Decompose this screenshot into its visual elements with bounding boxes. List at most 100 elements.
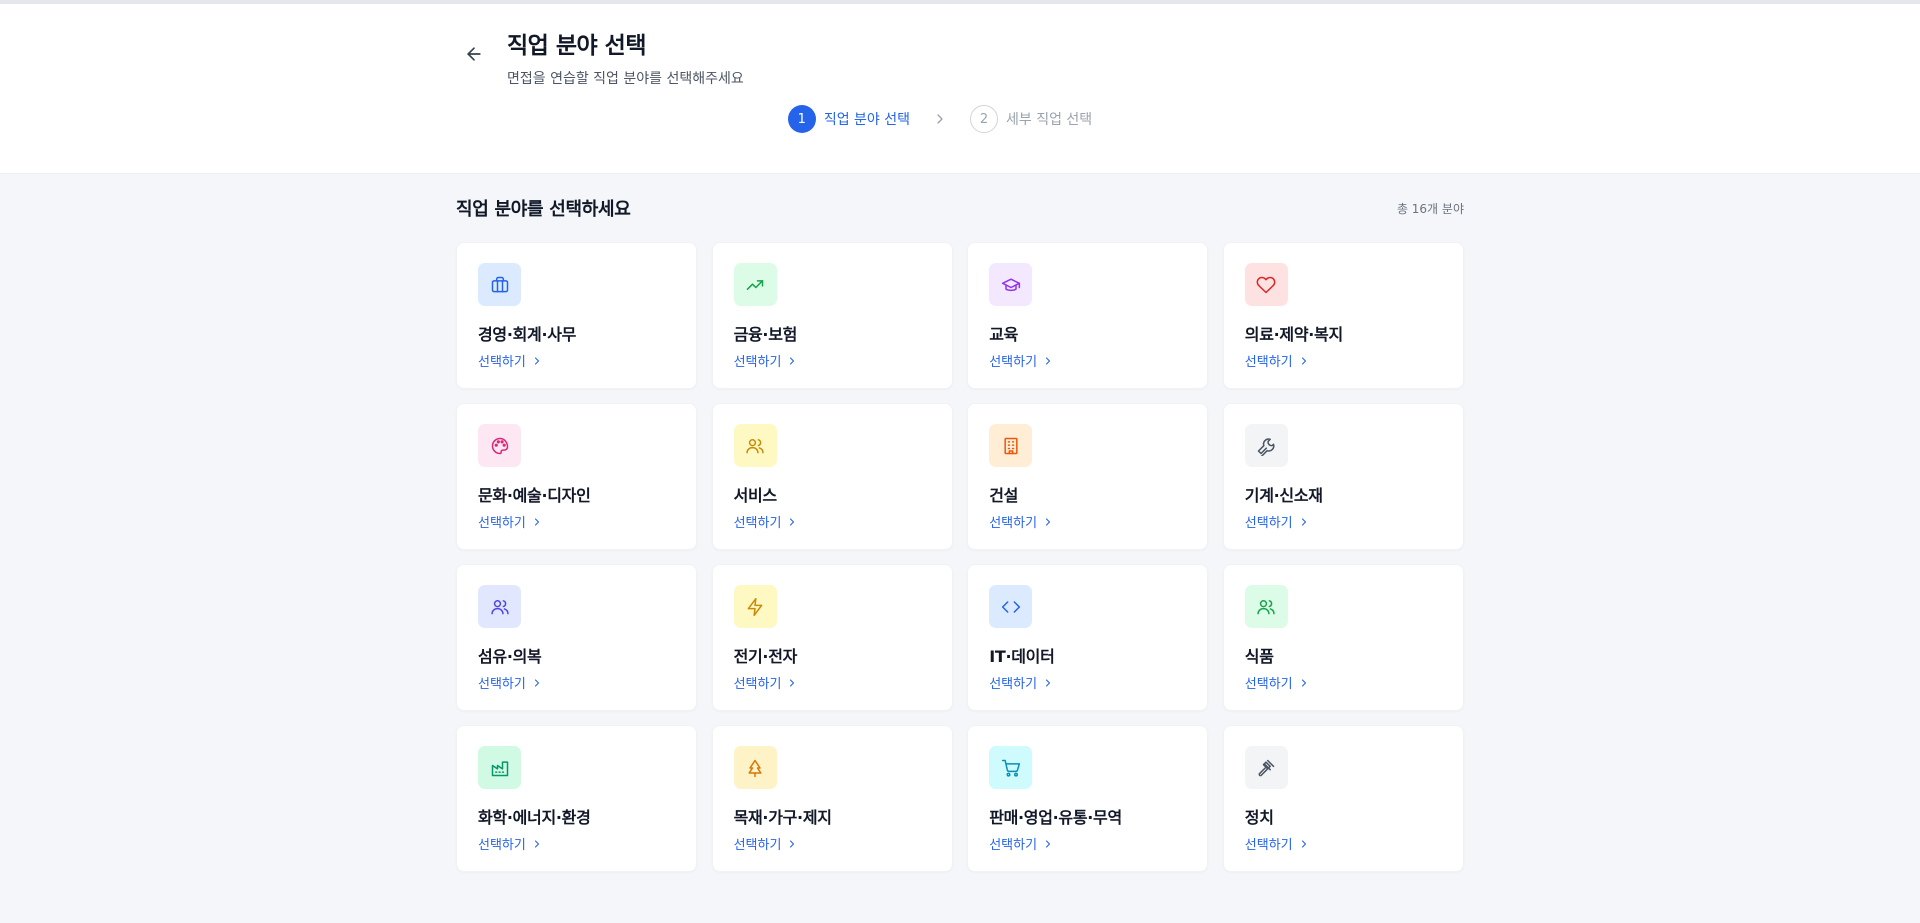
select-link-label: 선택하기	[1244, 677, 1293, 692]
select-link[interactable]: 선택하기	[1245, 673, 1442, 692]
select-link[interactable]: 선택하기	[1245, 834, 1442, 853]
category-card[interactable]: 금융·보험 선택하기	[711, 242, 953, 389]
category-card[interactable]: 섬유·의복선택하기	[456, 564, 697, 711]
category-card[interactable]: 서비스선택하기	[711, 403, 953, 550]
select-link-label: 선택하기	[478, 677, 526, 692]
chevron-right-icon	[1301, 517, 1306, 526]
select-link[interactable]: 선택하기	[734, 834, 931, 853]
category-title: 목재·가구·제지	[733, 808, 832, 827]
chevron-right-icon	[790, 839, 795, 848]
category-title: 문화·예술·디자인	[478, 486, 591, 505]
select-link[interactable]: 선택하기	[478, 673, 675, 692]
select-link-label: 선택하기	[989, 838, 1038, 853]
chevron-right-icon	[534, 839, 539, 848]
step-number: 1	[787, 105, 816, 133]
select-link[interactable]: 선택하기	[989, 512, 1186, 531]
wrench-icon	[1244, 424, 1288, 467]
step-1: 1 직업 분야 선택	[787, 105, 910, 133]
category-card[interactable]: 경영·회계·사무선택하기	[456, 242, 697, 389]
select-link[interactable]: 선택하기	[734, 351, 931, 370]
select-link-label: 선택하기	[478, 838, 526, 853]
select-link[interactable]: 선택하기	[989, 834, 1186, 853]
select-link[interactable]: 선택하기	[1245, 512, 1442, 531]
select-link-label: 선택하기	[989, 516, 1038, 531]
users-icon	[1244, 585, 1288, 628]
tree-icon	[733, 746, 777, 789]
category-card[interactable]: 교육선택하기	[967, 242, 1209, 389]
select-link[interactable]: 선택하기	[478, 834, 675, 853]
select-link-label: 선택하기	[989, 355, 1038, 370]
category-card[interactable]: 건설선택하기	[967, 403, 1209, 550]
back-button[interactable]	[460, 42, 488, 70]
category-card[interactable]: 화학·에너지·환경선택하기	[456, 725, 697, 872]
shopping-cart-icon	[989, 746, 1033, 789]
select-link[interactable]: 선택하기	[734, 673, 931, 692]
chevron-right-icon	[790, 356, 795, 365]
code-icon	[989, 585, 1033, 628]
chevron-right-icon	[1045, 517, 1051, 526]
step-number: 2	[970, 105, 998, 133]
chevron-right-icon	[534, 356, 539, 365]
chevron-right-icon	[1301, 839, 1306, 848]
trending-up-icon	[733, 263, 777, 306]
briefcase-icon	[478, 263, 521, 306]
building-icon	[989, 424, 1033, 467]
arrow-left-icon	[464, 44, 484, 68]
category-title: 기계·신소재	[1244, 486, 1323, 505]
select-link[interactable]: 선택하기	[478, 512, 675, 531]
step-label: 직업 분야 선택	[823, 112, 910, 128]
select-link[interactable]: 선택하기	[989, 673, 1186, 692]
step-label: 세부 직업 선택	[1006, 112, 1093, 128]
page-title: 직업 분야 선택	[507, 33, 646, 59]
zap-icon	[733, 585, 777, 628]
chevron-right-icon	[534, 517, 539, 526]
page-header: 직업 분야 선택 면접을 연습할 직업 분야를 선택해주세요 1 직업 분야 선…	[0, 4, 1920, 174]
category-title: 경영·회계·사무	[478, 325, 577, 344]
graduation-cap-icon	[989, 263, 1033, 306]
category-card[interactable]: 기계·신소재선택하기	[1222, 403, 1464, 550]
stepper: 1 직업 분야 선택 2 세부 직업 선택	[0, 105, 1920, 133]
page-subtitle: 면접을 연습할 직업 분야를 선택해주세요	[507, 71, 744, 87]
category-title: 화학·에너지·환경	[478, 808, 591, 827]
category-title: 서비스	[733, 486, 778, 505]
step-2: 2 세부 직업 선택	[970, 105, 1092, 133]
chevron-right-icon	[1045, 839, 1051, 848]
palette-icon	[478, 424, 521, 467]
select-link-label: 선택하기	[478, 516, 526, 531]
category-card[interactable]: 정치 선택하기	[1222, 725, 1464, 872]
category-title: 건설	[989, 486, 1019, 505]
category-title: 의료·제약·복지	[1244, 325, 1343, 344]
select-link-label: 선택하기	[733, 838, 782, 853]
gavel-icon	[1244, 746, 1288, 789]
category-card[interactable]: 의료·제약·복지선택하기	[1222, 242, 1464, 389]
category-title: 전기·전자	[733, 647, 798, 666]
select-link-label: 선택하기	[1244, 516, 1293, 531]
select-link[interactable]: 선택하기	[478, 351, 675, 370]
chevron-right-icon	[790, 678, 795, 687]
chevron-right-icon	[920, 111, 960, 127]
category-card[interactable]: 전기·전자선택하기	[711, 564, 953, 711]
category-title: 식품	[1244, 647, 1274, 666]
category-card[interactable]: 문화·예술·디자인선택하기	[456, 403, 697, 550]
chevron-right-icon	[1301, 678, 1306, 687]
category-card[interactable]: IT·데이터 선택하기	[967, 564, 1209, 711]
category-grid: 경영·회계·사무 선택하기 금융·보험 선택하기 교육 선택하기 의료·제약·복지 선택하기 문…	[456, 242, 1464, 872]
select-link-label: 선택하기	[733, 516, 782, 531]
chevron-right-icon	[534, 678, 539, 687]
select-link-label: 선택하기	[989, 677, 1038, 692]
chevron-right-icon	[1045, 356, 1051, 365]
category-title: 판매·영업·유통·무역	[989, 808, 1122, 827]
category-card[interactable]: 목재·가구·제지선택하기	[711, 725, 953, 872]
select-link[interactable]: 선택하기	[734, 512, 931, 531]
select-link[interactable]: 선택하기	[989, 351, 1186, 370]
category-card[interactable]: 식품선택하기	[1222, 564, 1464, 711]
category-title: 섬유·의복	[478, 647, 542, 666]
heart-icon	[1244, 263, 1288, 306]
category-title: 교육	[989, 325, 1019, 344]
factory-icon	[478, 746, 521, 789]
select-link-label: 선택하기	[1244, 838, 1293, 853]
category-card[interactable]: 판매·영업·유통·무역선택하기	[967, 725, 1209, 872]
section-title: 직업 분야를 선택하세요	[456, 199, 631, 220]
select-link[interactable]: 선택하기	[1245, 351, 1442, 370]
section-header: 직업 분야를 선택하세요 총 16개 분야	[456, 196, 1464, 220]
